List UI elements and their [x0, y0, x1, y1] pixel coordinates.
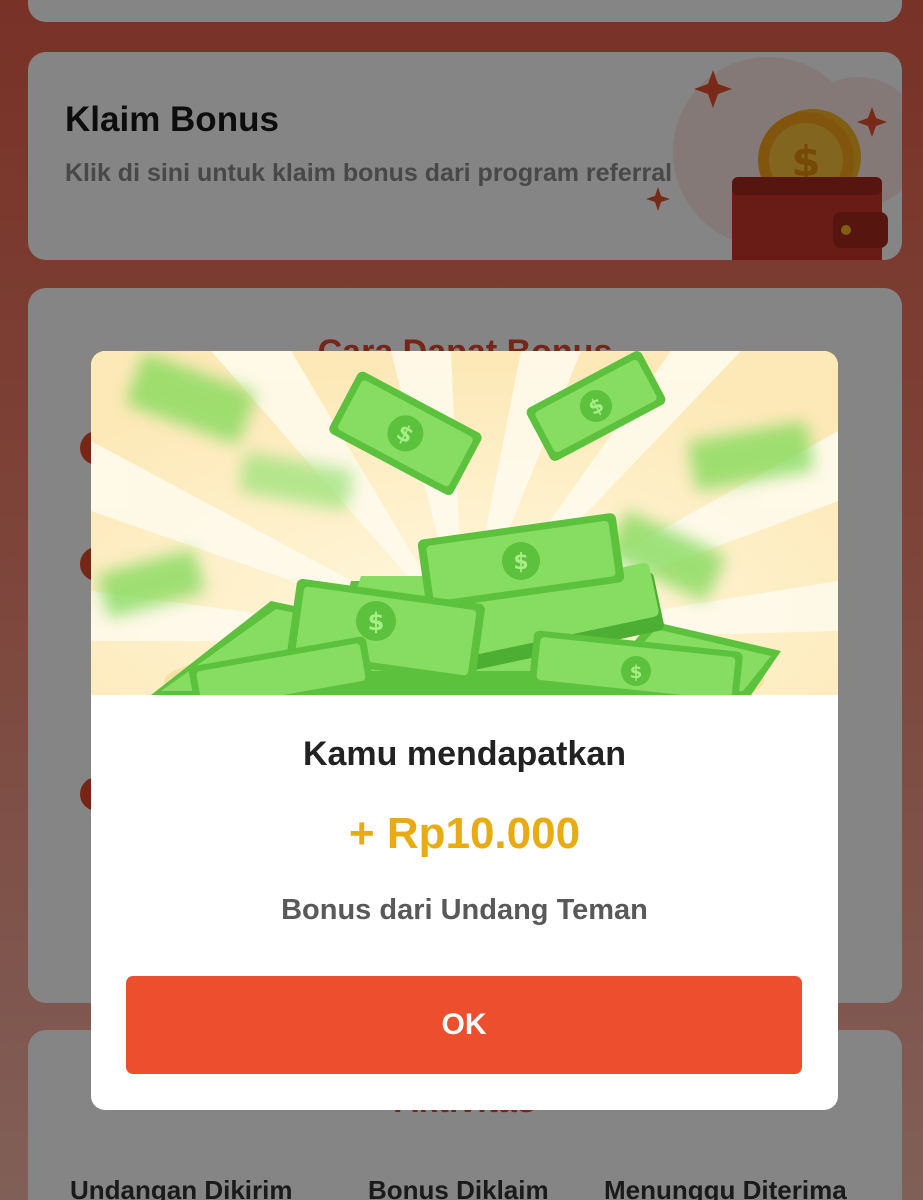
svg-text:$: $ — [513, 550, 528, 575]
svg-text:$: $ — [368, 608, 385, 636]
ok-button[interactable]: OK — [126, 976, 802, 1074]
bonus-description: Bonus dari Undang Teman — [281, 894, 648, 926]
bonus-amount: + Rp10.000 — [348, 809, 581, 858]
dialog-heading: Kamu mendapatkan — [302, 735, 627, 773]
money-pile-icon: $ $ $ $ $ — [91, 351, 838, 695]
svg-text:$: $ — [630, 662, 643, 683]
bonus-dialog: $ $ $ $ $ Kamu mendapatkan + Rp10.000 Bo… — [91, 351, 838, 1110]
